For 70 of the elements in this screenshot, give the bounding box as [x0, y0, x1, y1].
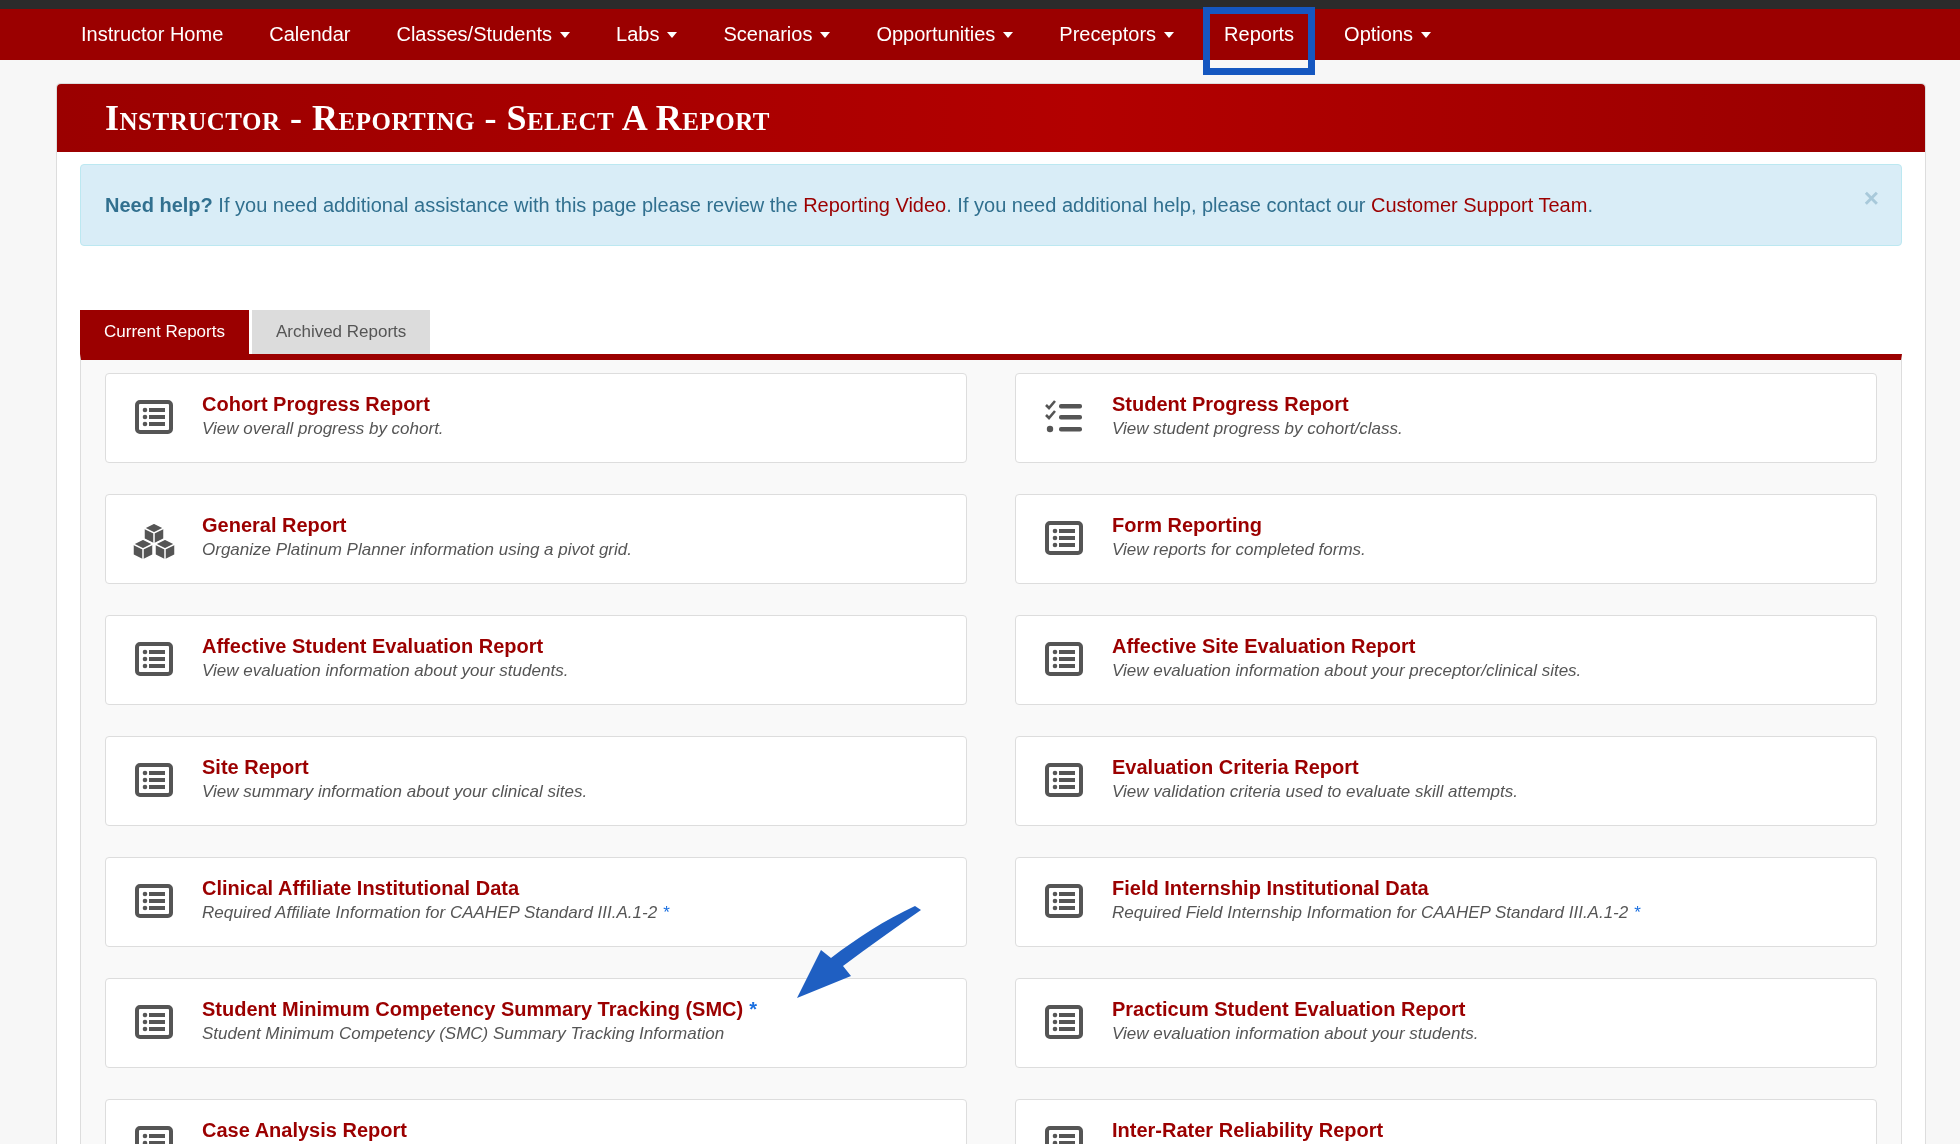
help-message: Need help? If you need additional assistance with this page please review the Reporting Video. If you need additional help, please contact our Customer Support Team.	[105, 193, 1593, 217]
report-title[interactable]: Site Report	[202, 756, 588, 779]
report-card[interactable]: Practicum Student Evaluation Report View evaluation information about your students.	[1015, 978, 1877, 1068]
report-description: View evaluation information about your preceptor/clinical sites.	[1112, 661, 1582, 681]
report-title[interactable]: Practicum Student Evaluation Report	[1112, 998, 1479, 1021]
report-description: Organize Platinum Planner information using a pivot grid.	[202, 540, 632, 560]
report-description: View evaluation information about your students.	[202, 661, 569, 681]
nav-link[interactable]: Options	[1321, 9, 1455, 60]
report-description: View evaluation information about your students.	[1112, 1024, 1479, 1044]
report-title[interactable]: Clinical Affiliate Institutional Data	[202, 877, 670, 900]
list-icon	[135, 642, 173, 676]
list-icon	[1045, 763, 1083, 797]
report-title[interactable]: Student Progress Report	[1112, 393, 1403, 416]
report-title[interactable]: Field Internship Institutional Data	[1112, 877, 1641, 900]
report-title[interactable]: General Report	[202, 514, 632, 537]
list-icon	[135, 884, 173, 918]
asterisk-note: *	[1634, 903, 1641, 922]
report-card[interactable]: Form Reporting View reports for completed forms.	[1015, 494, 1877, 584]
help-link[interactable]: Customer Support Team	[1371, 193, 1588, 216]
asterisk-note: *	[749, 998, 757, 1020]
nav-link[interactable]: Labs	[593, 9, 701, 60]
checklist-icon	[1045, 400, 1083, 434]
report-card[interactable]: Field Internship Institutional Data Required Field Internship Information for CAAHEP Standard III.A.1-2 *	[1015, 857, 1877, 947]
list-icon	[135, 1005, 173, 1039]
report-card[interactable]: General Report Organize Platinum Planner information using a pivot grid.	[105, 494, 967, 584]
report-card[interactable]: Affective Site Evaluation Report View evaluation information about your preceptor/clinical sites.	[1015, 615, 1877, 705]
report-card[interactable]: Clinical Affiliate Institutional Data Required Affiliate Information for CAAHEP Standard III.A.1-2 *	[105, 857, 967, 947]
report-title[interactable]: Affective Student Evaluation Report	[202, 635, 569, 658]
report-card[interactable]: Student Progress Report View student progress by cohort/class.	[1015, 373, 1877, 463]
asterisk-note: *	[663, 903, 670, 922]
report-card[interactable]: Affective Student Evaluation Report View evaluation information about your students.	[105, 615, 967, 705]
report-card[interactable]: Student Minimum Competency Summary Tracking (SMC) * Student Minimum Competency (SMC) Summary Tracking Information	[105, 978, 967, 1068]
list-icon	[1045, 521, 1083, 555]
report-card[interactable]: Inter-Rater Reliability Report	[1015, 1099, 1877, 1144]
report-title[interactable]: Case Analysis Report	[202, 1119, 407, 1142]
report-description: View summary information about your clinical sites.	[202, 782, 588, 802]
report-description: Student Minimum Competency (SMC) Summary Tracking Information	[202, 1024, 726, 1044]
report-description: View validation criteria used to evaluate skill attempts.	[1112, 782, 1518, 802]
report-title[interactable]: Inter-Rater Reliability Report	[1112, 1119, 1384, 1142]
list-icon	[1045, 884, 1083, 918]
report-description: View overall progress by cohort.	[202, 419, 444, 439]
tab[interactable]: Archived Reports	[251, 310, 431, 354]
report-card[interactable]: Evaluation Criteria Report View validation criteria used to evaluate skill attempts.	[1015, 736, 1877, 826]
nav-link[interactable]: Scenarios	[700, 9, 854, 60]
report-card[interactable]: Case Analysis Report	[105, 1099, 967, 1144]
help-link[interactable]: Reporting Video	[803, 193, 947, 216]
list-icon	[135, 400, 173, 434]
page-title: Instructor - Reporting - Select A Report	[105, 97, 770, 139]
report-title[interactable]: Form Reporting	[1112, 514, 1366, 537]
nav-link[interactable]: Instructor Home	[58, 9, 247, 60]
nav-link[interactable]: Calendar	[246, 9, 374, 60]
report-card[interactable]: Cohort Progress Report View overall progress by cohort.	[105, 373, 967, 463]
report-title[interactable]: Evaluation Criteria Report	[1112, 756, 1518, 779]
list-icon	[1045, 1005, 1083, 1039]
nav-link[interactable]: Reports	[1203, 6, 1316, 75]
report-description: Required Affiliate Information for CAAHEP Standard III.A.1-2 *	[202, 903, 670, 923]
report-title[interactable]: Affective Site Evaluation Report	[1112, 635, 1582, 658]
nav-link[interactable]: Preceptors	[1036, 9, 1198, 60]
tab[interactable]: Current Reports	[80, 310, 249, 354]
list-icon	[1045, 642, 1083, 676]
report-title[interactable]: Cohort Progress Report	[202, 393, 444, 416]
nav-link[interactable]: Opportunities	[853, 9, 1037, 60]
report-title[interactable]: Student Minimum Competency Summary Tracking (SMC) *	[202, 998, 757, 1021]
list-icon	[135, 763, 173, 797]
report-description: Required Field Internship Information for CAAHEP Standard III.A.1-2 *	[1112, 903, 1641, 923]
nav-link[interactable]: Classes/Students	[373, 9, 594, 60]
report-card[interactable]: Site Report View summary information about your clinical sites.	[105, 736, 967, 826]
report-description: View student progress by cohort/class.	[1112, 419, 1403, 439]
report-description: View reports for completed forms.	[1112, 540, 1366, 560]
cubes-icon	[131, 521, 177, 561]
